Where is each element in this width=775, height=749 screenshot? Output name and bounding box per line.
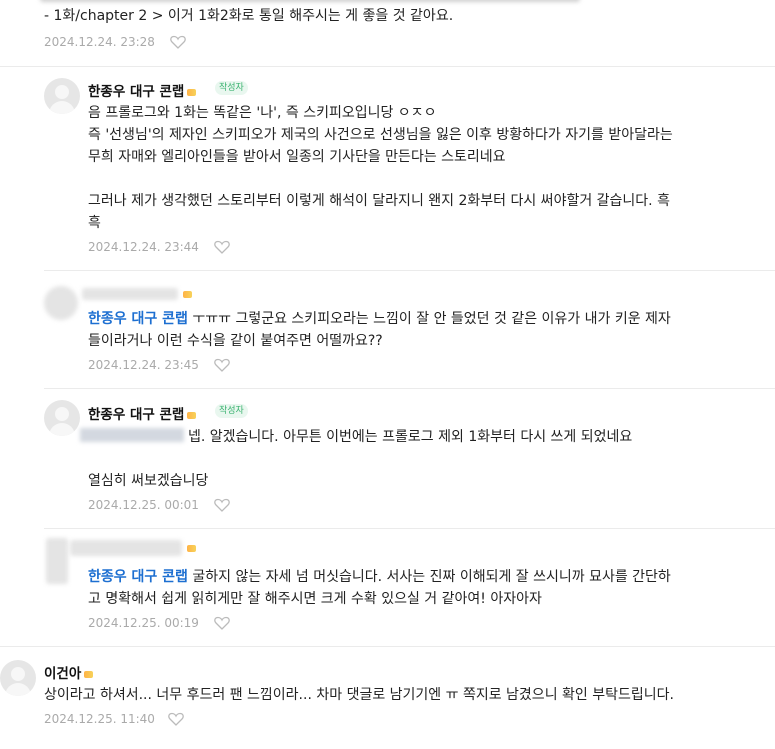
comment-date: 2024.12.25. 11:40 bbox=[44, 712, 155, 726]
comment-line: 그러나 제가 생각했던 스토리부터 이렇게 해석이 달라지니 왠지 2화부터 다… bbox=[88, 193, 670, 209]
comment-line: 음 프롤로그와 1화는 똑같은 '나', 즉 스키피오입니당 ㅇㅈㅇ bbox=[88, 105, 437, 121]
level-badge-icon bbox=[187, 545, 196, 552]
comment-date: 2024.12.24. 23:45 bbox=[88, 358, 199, 372]
level-badge-icon bbox=[84, 670, 94, 678]
divider bbox=[44, 528, 775, 529]
avatar[interactable] bbox=[44, 78, 80, 114]
comment-author[interactable]: 한종우 대구 콘랩 bbox=[88, 403, 197, 423]
comment-date: 2024.12.24. 23:44 bbox=[88, 240, 199, 254]
comment-author[interactable]: 한종우 대구 콘랩 bbox=[88, 80, 197, 100]
comment-date: 2024.12.25. 00:19 bbox=[88, 616, 199, 630]
like-heart-icon[interactable] bbox=[214, 240, 230, 254]
like-heart-icon[interactable] bbox=[214, 358, 230, 372]
mention-link[interactable]: 한종우 대구 콘랩 bbox=[88, 311, 188, 327]
comment-line: 열심히 써보겠습니당 bbox=[88, 473, 209, 489]
avatar[interactable] bbox=[44, 400, 80, 436]
comment-line: 무희 자매와 엘리아인들을 받아서 일종의 기사단을 만든다는 스토리네요 bbox=[88, 149, 506, 165]
comment-line: 흑 bbox=[88, 215, 101, 231]
avatar[interactable] bbox=[0, 660, 36, 696]
like-heart-icon[interactable] bbox=[214, 498, 230, 512]
avatar[interactable] bbox=[44, 286, 78, 320]
level-badge-icon bbox=[183, 291, 192, 298]
comment-date: 2024.12.25. 00:01 bbox=[88, 498, 199, 512]
divider bbox=[44, 388, 775, 389]
mention-link[interactable]: 한종우 대구 콘랩 bbox=[88, 569, 188, 585]
comment-line: 한종우 대구 콘랩 ㅜㅠㅠ 그렇군요 스키피오라는 느낌이 잘 안 들었던 것 … bbox=[88, 311, 671, 327]
like-heart-icon[interactable] bbox=[214, 616, 230, 630]
like-heart-icon[interactable] bbox=[170, 35, 186, 49]
comment-line: 상이라고 하셔서... 너무 후드러 팬 느낌이라... 차마 댓글로 남기기엔… bbox=[44, 687, 674, 703]
comment-line: 들이라거나 이런 수식을 같이 붙여주면 어떨까요?? bbox=[88, 333, 383, 349]
comment-line: 즉 '선생님'의 제자인 스키피오가 제국의 사건으로 선생님을 잃은 이후 방… bbox=[88, 127, 673, 143]
blurred-mention[interactable] bbox=[80, 428, 184, 442]
comment-author[interactable]: 이건아 bbox=[44, 662, 94, 682]
author-badge: 작성자 bbox=[215, 81, 248, 95]
level-badge-icon bbox=[187, 411, 197, 419]
like-heart-icon[interactable] bbox=[168, 712, 184, 726]
comment-line: 한종우 대구 콘랩 굴하지 않는 자세 넘 머싯습니다. 서사는 진짜 이해되게… bbox=[88, 569, 671, 585]
comment-date: 2024.12.24. 23:28 bbox=[44, 35, 155, 49]
divider bbox=[0, 646, 775, 647]
blurred-author[interactable] bbox=[70, 540, 182, 556]
blurred-author[interactable] bbox=[82, 288, 178, 300]
divider bbox=[0, 66, 775, 67]
author-badge: 작성자 bbox=[215, 404, 248, 418]
cut-off-text bbox=[40, 0, 580, 2]
avatar[interactable] bbox=[46, 538, 68, 584]
comment-line: 넵. 알겠습니다. 아무튼 이번에는 프롤로그 제외 1화부터 다시 쓰게 되었… bbox=[188, 429, 633, 445]
level-badge-icon bbox=[187, 88, 197, 96]
comment-line: 고 명확해서 쉽게 읽히게만 잘 해주시면 크게 수확 있으실 거 같아여! 아… bbox=[88, 591, 542, 607]
comment-text: - 1화/chapter 2 > 이거 1화2화로 통일 해주시는 게 좋을 것… bbox=[44, 8, 454, 24]
divider bbox=[44, 270, 775, 271]
